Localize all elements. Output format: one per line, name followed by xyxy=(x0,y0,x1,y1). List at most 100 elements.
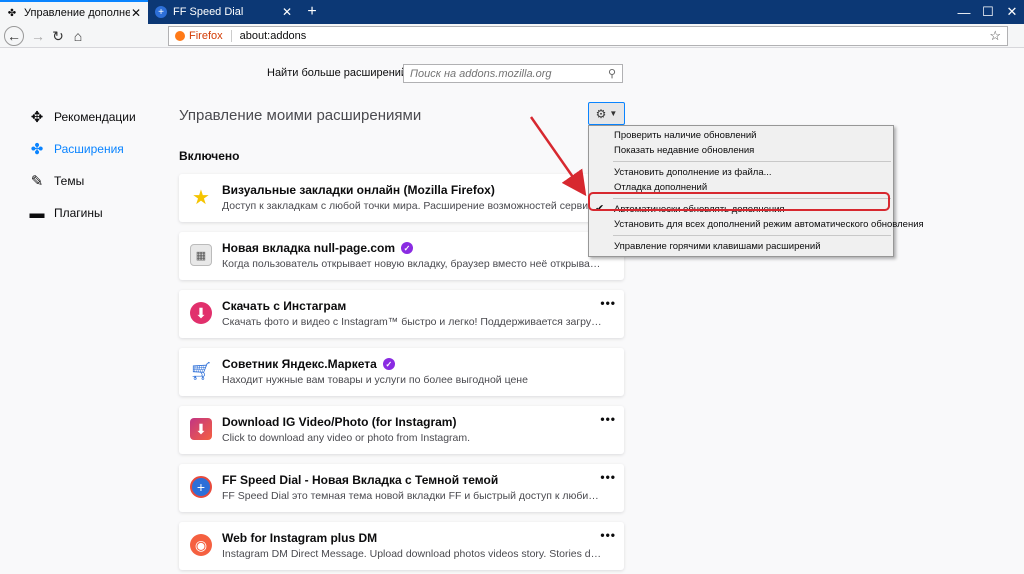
extension-description: FF Speed Dial это темная тема новой вкла… xyxy=(222,490,602,502)
extension-name-text: Советник Яндекс.Маркета xyxy=(222,357,377,371)
extension-name: Download IG Video/Photo (for Instagram) xyxy=(222,415,456,429)
sidebar-item-extensions[interactable]: ✤ Расширения xyxy=(28,133,136,165)
cart-icon: 🛒︎ xyxy=(189,360,213,381)
tab-speed-dial[interactable]: + FF Speed Dial ✕ xyxy=(149,0,299,24)
home-icon: ⌂ xyxy=(73,28,83,44)
identity-label: Firefox xyxy=(189,30,223,42)
menu-separator xyxy=(613,235,891,236)
extension-name-text: FF Speed Dial - Новая Вкладка с Темной т… xyxy=(222,473,499,487)
search-icon[interactable]: ⚲ xyxy=(608,67,616,80)
brush-icon: ✎ xyxy=(30,173,44,190)
highlight-annotation-box xyxy=(588,192,890,211)
identity-box[interactable]: Firefox xyxy=(175,30,223,42)
menu-separator xyxy=(613,161,891,162)
url-bar[interactable]: Firefox about:addons ☆ xyxy=(168,26,1008,46)
sidebar-item-label: Расширения xyxy=(54,142,124,156)
search-placeholder: Поиск на addons.mozilla.org xyxy=(410,67,552,80)
instagram-download-icon: ⬇ xyxy=(190,302,212,324)
sidebar-item-themes[interactable]: ✎ Темы xyxy=(28,165,136,197)
tab-addons[interactable]: ✤ Управление дополнениями ✕ xyxy=(0,0,148,24)
reload-icon: ↻ xyxy=(52,27,64,44)
extensions-puzzle-icon: ✤ xyxy=(30,141,44,158)
back-button[interactable]: ← xyxy=(4,26,24,46)
extension-description: Instagram DM Direct Message. Upload down… xyxy=(222,548,602,560)
forward-arrow-icon: → xyxy=(31,28,45,44)
maximize-icon[interactable]: ☐ xyxy=(976,0,1000,24)
more-options-button[interactable]: ••• xyxy=(600,528,616,542)
more-options-button[interactable]: ••• xyxy=(600,412,616,426)
extension-name-text: Скачать с Инстаграм xyxy=(222,299,347,313)
bookmark-star-icon[interactable]: ☆ xyxy=(989,28,1001,44)
plugin-icon: ▬ xyxy=(29,204,45,222)
extension-description: Доступ к закладкам с любой точки мира. Р… xyxy=(222,200,602,212)
window-controls: — ☐ ✕ xyxy=(952,0,1024,24)
sidebar-item-label: Темы xyxy=(54,174,85,188)
puzzle-icon: ✤ xyxy=(7,7,17,19)
star-icon: ★ xyxy=(192,186,210,209)
menu-item-install-from-file[interactable]: Установить дополнение из файла... xyxy=(589,165,893,180)
extension-card[interactable]: ▦ Новая вкладка null-page.com ✓ Когда пол… xyxy=(179,232,624,280)
find-more-label: Найти больше расширений xyxy=(267,67,408,79)
tools-dropdown-menu: Проверить наличие обновлений Показать не… xyxy=(588,125,924,257)
page-title: Управление моими расширениями xyxy=(179,107,422,124)
download-arrow-icon: ⬇ xyxy=(190,418,212,440)
extension-card[interactable]: ⬇ Download IG Video/Photo (for Instagram… xyxy=(179,406,624,454)
menu-item-recent-updates[interactable]: Показать недавние обновления xyxy=(589,143,893,158)
addons-search-input[interactable]: Поиск на addons.mozilla.org ⚲ xyxy=(403,64,623,83)
extension-description: Когда пользователь открывает новую вклад… xyxy=(222,258,602,270)
extension-card[interactable]: ⬇ Скачать с Инстаграм Скачать фото и вид… xyxy=(179,290,624,338)
extension-name: Визуальные закладки онлайн (Mozilla Fire… xyxy=(222,183,495,197)
more-options-button[interactable]: ••• xyxy=(600,296,616,310)
menu-item-check-updates[interactable]: Проверить наличие обновлений xyxy=(589,128,893,143)
reload-button[interactable]: ↻ xyxy=(48,26,68,46)
sidebar-item-plugins[interactable]: ▬ Плагины xyxy=(28,197,136,229)
home-button[interactable]: ⌂ xyxy=(68,26,88,46)
sidebar-item-label: Рекомендации xyxy=(54,110,136,124)
menu-item-label: Показать недавние обновления xyxy=(614,145,755,156)
menu-item-manage-shortcuts[interactable]: Управление горячими клавишами расширений xyxy=(589,239,893,254)
chevron-down-icon: ▼ xyxy=(609,109,618,118)
section-heading-enabled: Включено xyxy=(179,149,240,163)
back-arrow-icon: ← xyxy=(7,28,21,44)
forward-button[interactable]: → xyxy=(28,26,48,46)
plus-circle-icon: + xyxy=(190,476,212,498)
speed-dial-icon: + xyxy=(155,6,167,18)
menu-item-label: Установить дополнение из файла... xyxy=(614,167,772,178)
tools-menu-button[interactable]: ⚙ ▼ xyxy=(588,102,625,125)
url-text[interactable]: about:addons xyxy=(240,30,990,42)
recommended-badge-icon: ✓ xyxy=(382,358,395,370)
extension-card[interactable]: ★ Визуальные закладки онлайн (Mozilla Fi… xyxy=(179,174,624,222)
minimize-icon[interactable]: — xyxy=(952,0,976,24)
firefox-logo-icon xyxy=(175,31,185,41)
gear-icon: ⚙ xyxy=(595,106,607,121)
extension-card[interactable]: 🛒︎ Советник Яндекс.Маркета ✓ Находит нужн… xyxy=(179,348,624,396)
menu-item-label: Управление горячими клавишами расширений xyxy=(614,241,821,252)
sidebar-item-label: Плагины xyxy=(54,206,103,220)
camera-icon: ◉ xyxy=(190,534,212,556)
new-tab-button[interactable]: + xyxy=(302,2,322,22)
extension-description: Скачать фото и видео с Instagram™ быстро… xyxy=(222,316,602,328)
extension-card[interactable]: + FF Speed Dial - Новая Вкладка с Темной… xyxy=(179,464,624,512)
extension-card[interactable]: ◉ Web for Instagram plus DM Instagram DM… xyxy=(179,522,624,570)
sidebar-item-recommendations[interactable]: ✥ Рекомендации xyxy=(28,101,136,133)
recommended-badge-icon: ✓ xyxy=(401,242,414,254)
sidebar: ✥ Рекомендации ✤ Расширения ✎ Темы ▬ Пла… xyxy=(28,101,136,229)
close-icon[interactable]: ✕ xyxy=(281,5,293,19)
extension-name: Советник Яндекс.Маркета ✓ xyxy=(222,357,395,371)
menu-item-label: Проверить наличие обновлений xyxy=(614,130,757,141)
extension-name-text: Новая вкладка null-page.com xyxy=(222,241,396,255)
extension-name: Скачать с Инстаграм xyxy=(222,299,346,313)
close-window-icon[interactable]: ✕ xyxy=(1000,0,1024,24)
menu-item-reset-auto-update[interactable]: Установить для всех дополнений режим авт… xyxy=(589,217,924,232)
close-icon[interactable]: ✕ xyxy=(130,6,142,20)
extension-name: FF Speed Dial - Новая Вкладка с Темной т… xyxy=(222,473,498,487)
extension-name-text: Web for Instagram plus DM xyxy=(222,531,378,545)
navigation-bar: ← → ↻ ⌂ Firefox about:addons ☆ xyxy=(0,24,1024,48)
grid-page-icon: ▦ xyxy=(190,244,212,266)
extension-name: Web for Instagram plus DM xyxy=(222,531,377,545)
more-options-button[interactable]: ••• xyxy=(600,470,616,484)
url-separator xyxy=(230,30,232,42)
tab-label: FF Speed Dial xyxy=(173,6,244,18)
tab-strip: ✤ Управление дополнениями ✕ + FF Speed D… xyxy=(0,0,1024,24)
extension-name: Новая вкладка null-page.com ✓ xyxy=(222,241,414,255)
